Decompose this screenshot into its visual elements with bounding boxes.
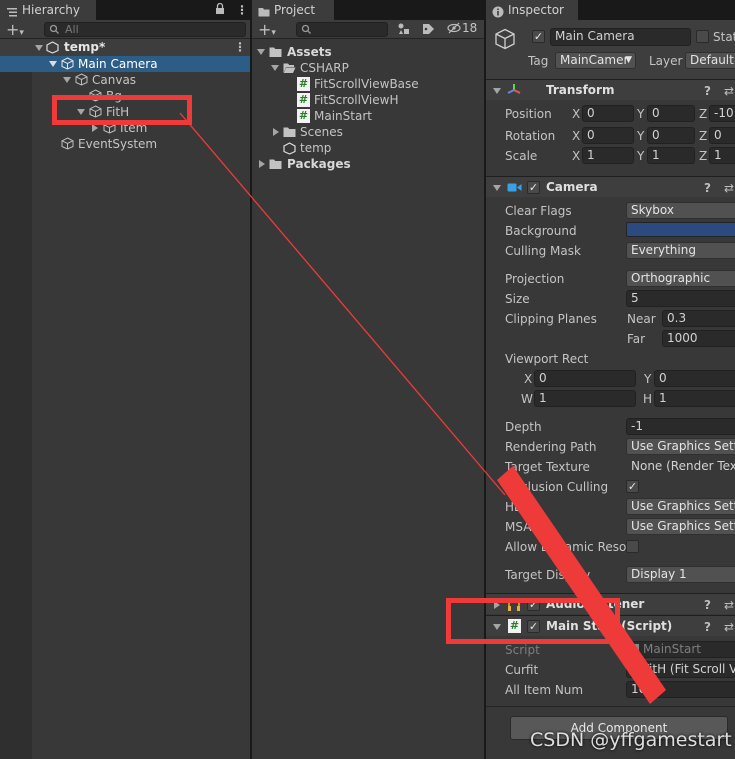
watermark-text: CSDN @yffgamestart — [530, 729, 732, 751]
thin-arrow-line — [179, 112, 506, 496]
watermark: CSDN @yffgamestart — [530, 727, 735, 753]
thick-arrow-line — [497, 466, 666, 704]
annotation-arrow — [179, 112, 666, 704]
